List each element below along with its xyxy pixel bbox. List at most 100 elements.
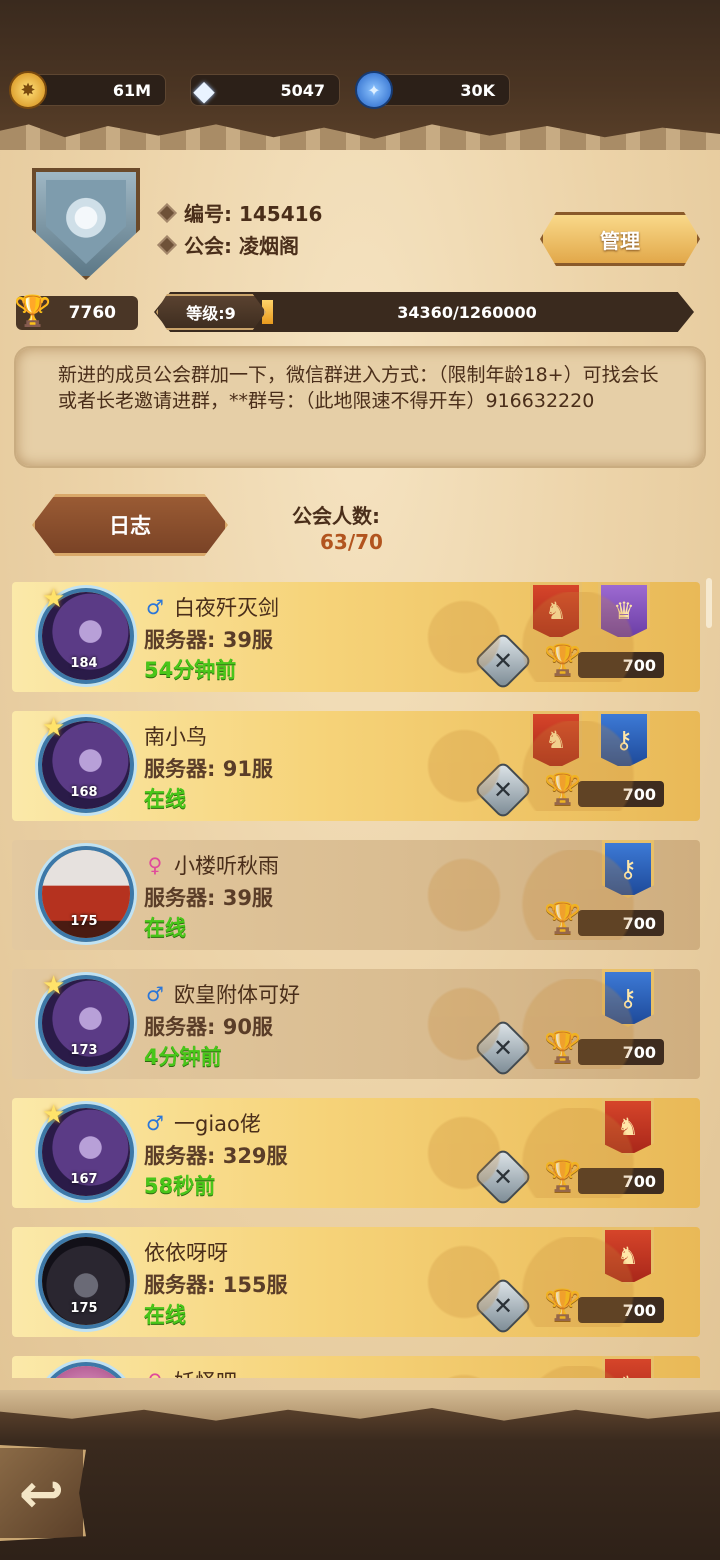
guild-id: 编号: 145416 <box>184 202 323 226</box>
diamond-currency[interactable]: ◆ 5047 <box>190 74 340 107</box>
trophy-icon: 🏆 <box>544 643 582 678</box>
member-card[interactable]: ♀ 妖怪吧 ♞ <box>12 1356 700 1378</box>
bullet-diamond-icon <box>157 202 177 223</box>
star-icon: ★ <box>42 713 66 743</box>
trophy-icon: 🏆 <box>14 294 52 329</box>
member-points: 700 <box>578 910 664 936</box>
gold-value: 61M <box>112 80 151 100</box>
guild-id-row: 编号: 145416 <box>157 198 323 227</box>
trophy-icon: 🏆 <box>544 772 582 807</box>
member-status: 58秒前 <box>144 1174 216 1198</box>
member-card[interactable]: 167 ★ ♂ 一giao佬服务器: 329服 58秒前 🏆700 ♞ <box>12 1098 700 1208</box>
diamond-value: 5047 <box>280 80 325 100</box>
member-name: 小楼听秋雨 <box>174 854 279 878</box>
member-list[interactable]: 184★♂白夜歼灭剑服务器: 39服54分钟前🏆700♞♛168★南小鸟服务器:… <box>12 582 702 1378</box>
member-status: 在线 <box>144 1303 186 1327</box>
guild-level: 等级:9 <box>156 294 266 330</box>
bullet-diamond-icon <box>157 234 177 255</box>
potion-currency[interactable]: ✦ 30K <box>355 71 510 109</box>
member-points: 700 <box>578 1039 664 1065</box>
member-card[interactable]: 168 ★ 南小鸟服务器: 91服在线 🏆700 ♞ ⚷ <box>12 711 700 821</box>
member-name: 依依呀呀 <box>144 1241 228 1265</box>
guild-name: 公会: 凌烟阁 <box>184 234 299 258</box>
star-icon: ★ <box>42 584 66 614</box>
log-button[interactable]: 日志 <box>32 494 228 556</box>
bottom-frame <box>0 1390 720 1560</box>
members-count: 63/70 <box>320 530 383 554</box>
guild-emblem[interactable] <box>32 168 140 280</box>
member-server: 服务器: 329服 <box>144 1144 288 1168</box>
back-button[interactable]: ↩ <box>0 1445 86 1541</box>
blue-banner-icon: ⚷ <box>602 969 654 1027</box>
member-level: 168 <box>70 785 98 800</box>
member-server: 服务器: 39服 <box>144 628 273 652</box>
member-card[interactable]: 175 ♀ 小楼听秋雨服务器: 39服 在线 🏆 700 ⚷ <box>12 840 700 950</box>
member-points: 700 <box>578 652 664 678</box>
blue-banner-icon: ⚷ <box>602 840 654 898</box>
member-name: 欧皇附体可好 <box>174 983 300 1007</box>
female-icon: ♀ <box>144 1370 166 1378</box>
red-banner-icon: ♞ <box>602 1098 654 1156</box>
member-status: 在线 <box>144 916 186 940</box>
member-server: 服务器: 91服 <box>144 757 273 781</box>
member-status: 在线 <box>144 787 186 811</box>
star-icon: ★ <box>42 1100 66 1130</box>
red-banner-icon: ♞ <box>530 582 582 640</box>
crossed-swords-icon[interactable] <box>473 1147 533 1207</box>
member-level: 175 <box>70 1301 98 1316</box>
guild-trophy-box: 🏆 7760 <box>14 294 138 330</box>
crossed-swords-icon[interactable] <box>473 760 533 820</box>
crossed-swords-icon[interactable] <box>473 631 533 691</box>
member-points: 700 <box>578 781 664 807</box>
purple-banner-icon: ♛ <box>598 582 650 640</box>
guild-name-row: 公会: 凌烟阁 <box>157 230 299 259</box>
crossed-swords-icon[interactable] <box>473 1018 533 1078</box>
member-card[interactable]: 173 ★ ♂ 欧皇附体可好服务器: 90服 4分钟前 🏆700 ⚷ <box>12 969 700 1079</box>
member-card[interactable]: 175 依依呀呀服务器: 155服在线 🏆700 ♞ <box>12 1227 700 1337</box>
member-card[interactable]: 184 ★ ♂ 白夜歼灭剑服务器: 39服 54分钟前 🏆700 ♞ ♛ <box>12 582 700 692</box>
member-avatar[interactable] <box>38 1362 134 1378</box>
trophy-icon: 🏆 <box>544 901 582 936</box>
member-level: 173 <box>70 1043 98 1058</box>
member-name: 妖怪吧 <box>174 1366 237 1378</box>
member-level: 175 <box>70 914 98 929</box>
avatar-portrait <box>42 1366 130 1378</box>
potion-value: 30K <box>460 80 495 100</box>
gold-coin-icon: ✸ <box>9 71 47 109</box>
scrollbar[interactable] <box>706 578 712 628</box>
crossed-swords-icon[interactable] <box>473 1276 533 1336</box>
member-name: 南小鸟 <box>144 725 207 749</box>
blue-banner-icon: ⚷ <box>598 711 650 769</box>
member-server: 服务器: 155服 <box>144 1273 288 1297</box>
back-arrow-icon: ↩ <box>18 1461 65 1525</box>
trophy-icon: 🏆 <box>544 1288 582 1323</box>
red-banner-icon: ♞ <box>602 1356 654 1378</box>
guild-trophy-count: 7760 <box>68 303 116 323</box>
member-server: 服务器: 39服 <box>144 886 273 910</box>
member-status: 4分钟前 <box>144 1045 222 1069</box>
member-level: 184 <box>70 656 98 671</box>
manage-button[interactable]: 管理 <box>540 212 700 266</box>
star-icon: ★ <box>42 971 66 1001</box>
member-name: 一giao佬 <box>174 1112 261 1136</box>
diamond-icon: ◆ <box>193 73 215 107</box>
red-banner-icon: ♞ <box>530 711 582 769</box>
member-server: 服务器: 90服 <box>144 1015 273 1039</box>
gold-currency[interactable]: ✸ 61M <box>9 71 166 109</box>
member-status: 54分钟前 <box>144 658 237 682</box>
member-name: 白夜歼灭剑 <box>174 596 279 620</box>
male-icon: ♂ <box>146 595 164 619</box>
red-banner-icon: ♞ <box>602 1227 654 1285</box>
female-icon: ♀ <box>147 853 163 877</box>
member-level: 167 <box>70 1172 98 1187</box>
guild-exp-text: 34360/1260000 <box>397 302 537 322</box>
trophy-icon: 🏆 <box>544 1159 582 1194</box>
guild-notice: 新进的成员公会群加一下，微信群进入方式：（限制年龄18+）可找会长或者长老邀请进… <box>14 346 706 468</box>
trophy-icon: 🏆 <box>544 1030 582 1065</box>
member-points: 700 <box>578 1297 664 1323</box>
member-points: 700 <box>578 1168 664 1194</box>
members-label: 公会人数: <box>292 504 380 528</box>
male-icon: ♂ <box>146 1111 164 1135</box>
male-icon: ♂ <box>146 982 164 1006</box>
blue-potion-icon: ✦ <box>355 71 393 109</box>
